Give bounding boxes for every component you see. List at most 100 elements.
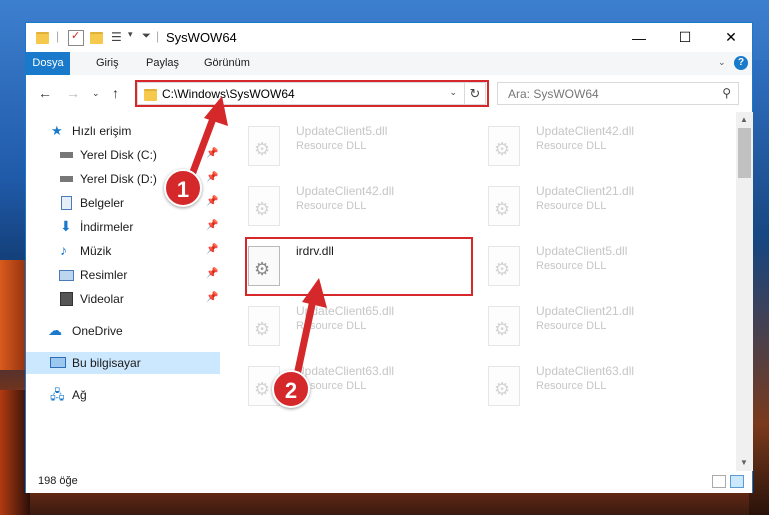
help-icon[interactable]: ?: [734, 56, 748, 70]
dll-file-icon: [248, 126, 280, 166]
sidebar-item-label: Yerel Disk (C:): [80, 148, 157, 162]
tab-home[interactable]: Giriş: [86, 52, 129, 75]
sidebar-item-label: Müzik: [80, 244, 112, 258]
file-name: UpdateClient21.dll: [536, 184, 635, 198]
sidebar-item-this-pc[interactable]: Bu bilgisayar: [26, 352, 220, 374]
sidebar-item-pictures[interactable]: Resimler 📌: [26, 264, 220, 286]
file-name: UpdateClient42.dll: [296, 184, 395, 198]
file-type: Resource DLL: [296, 320, 367, 332]
file-item[interactable]: UpdateClient21.dll Resource DLL: [476, 178, 706, 228]
details-view-icon[interactable]: [712, 475, 726, 488]
chevron-down-icon[interactable]: ⌄: [718, 57, 726, 68]
search-placeholder[interactable]: Ara: SysWOW64: [508, 87, 599, 101]
search-icon[interactable]: ⚲: [722, 86, 731, 100]
computer-icon: [50, 357, 66, 368]
file-name: UpdateClient21.dll: [536, 304, 635, 318]
back-arrow-icon[interactable]: ←: [38, 85, 52, 101]
tab-view[interactable]: Görünüm: [194, 52, 260, 75]
item-count: 198 öğe: [38, 475, 78, 487]
sidebar-item-network[interactable]: 🖧 Ağ: [26, 384, 220, 406]
dll-file-icon: [488, 366, 520, 406]
dll-file-icon: [488, 126, 520, 166]
properties-icon[interactable]: ✓: [68, 30, 84, 46]
customize-toolbar-icon[interactable]: ⏷: [142, 30, 151, 43]
new-folder-icon[interactable]: [90, 32, 103, 44]
documents-icon: [61, 196, 72, 210]
step-badge-1: 1: [164, 169, 202, 207]
file-name: UpdateClient63.dll: [296, 364, 395, 378]
file-name: UpdateClient42.dll: [536, 124, 635, 138]
file-item[interactable]: UpdateClient21.dll Resource DLL: [476, 298, 706, 348]
tab-file[interactable]: Dosya: [26, 52, 70, 75]
network-icon: 🖧: [50, 387, 65, 402]
vertical-scrollbar[interactable]: ▲ ▼: [736, 112, 753, 471]
minimize-button[interactable]: —: [616, 23, 662, 52]
view-options-icon[interactable]: ☰: [111, 30, 125, 44]
title-bar: | ✓ ☰ ▾ ⏷ | SysWOW64 — ☐ ✕: [26, 23, 752, 52]
file-item[interactable]: UpdateClient5.dll Resource DLL: [476, 238, 706, 288]
tab-share[interactable]: Paylaş: [136, 52, 189, 75]
file-list: UpdateClient5.dll Resource DLL UpdateCli…: [230, 112, 736, 471]
chevron-down-icon[interactable]: ▾: [128, 29, 133, 40]
file-item[interactable]: UpdateClient65.dll Resource DLL: [236, 298, 466, 348]
maximize-button[interactable]: ☐: [662, 23, 708, 52]
explorer-window: | ✓ ☰ ▾ ⏷ | SysWOW64 — ☐ ✕ Dosya Giriş P…: [25, 22, 753, 493]
status-bar: 198 öğe: [26, 471, 752, 493]
highlight-file-box: [245, 237, 473, 296]
close-button[interactable]: ✕: [708, 23, 754, 52]
file-item[interactable]: UpdateClient42.dll Resource DLL: [476, 118, 706, 168]
highlight-address-box: [135, 80, 489, 107]
separator: |: [156, 29, 160, 43]
file-type: Resource DLL: [296, 140, 367, 152]
sidebar-item-disk-c[interactable]: Yerel Disk (C:) 📌: [26, 144, 220, 166]
pin-icon[interactable]: 📌: [206, 172, 218, 183]
sidebar-item-onedrive[interactable]: ☁ OneDrive: [26, 320, 220, 342]
scrollbar-thumb[interactable]: [738, 128, 751, 178]
sidebar-item-label: Bu bilgisayar: [72, 356, 141, 370]
window-title: SysWOW64: [166, 30, 237, 45]
file-type: Resource DLL: [296, 200, 367, 212]
sidebar-item-videos[interactable]: Videolar 📌: [26, 288, 220, 310]
file-type: Resource DLL: [536, 320, 607, 332]
file-item[interactable]: UpdateClient42.dll Resource DLL: [236, 178, 466, 228]
drive-icon: [60, 152, 73, 158]
dll-file-icon: [248, 186, 280, 226]
tiles-view-icon[interactable]: [730, 475, 744, 488]
search-box[interactable]: Ara: SysWOW64 ⚲: [497, 82, 739, 105]
forward-arrow-icon[interactable]: →: [66, 85, 80, 101]
pin-icon[interactable]: 📌: [206, 244, 218, 255]
file-item[interactable]: UpdateClient63.dll Resource DLL: [236, 358, 466, 408]
separator: |: [56, 29, 60, 43]
scroll-up-icon[interactable]: ▲: [740, 115, 748, 124]
music-icon: ♪: [60, 242, 67, 258]
star-icon: ★: [51, 123, 63, 138]
file-name: UpdateClient5.dll: [536, 244, 628, 258]
file-name: UpdateClient5.dll: [296, 124, 388, 138]
file-item[interactable]: UpdateClient63.dll Resource DLL: [476, 358, 706, 408]
sidebar-item-label: Resimler: [80, 268, 128, 282]
file-item[interactable]: UpdateClient5.dll Resource DLL: [236, 118, 466, 168]
file-type: Resource DLL: [536, 260, 607, 272]
download-icon: ⬇: [60, 218, 72, 234]
navigation-pane: ★ Hızlı erişim Yerel Disk (C:) 📌 Yerel D…: [26, 112, 220, 471]
pin-icon[interactable]: 📌: [206, 148, 218, 159]
sidebar-item-label: OneDrive: [72, 324, 123, 338]
file-type: Resource DLL: [536, 200, 607, 212]
sidebar-item-label: Yerel Disk (D:): [80, 172, 157, 186]
sidebar-item-label: Ağ: [72, 388, 87, 402]
dll-file-icon: [488, 246, 520, 286]
recent-chevron-icon[interactable]: ⌄: [92, 88, 100, 99]
pin-icon[interactable]: 📌: [206, 268, 218, 279]
sidebar-item-quick-access[interactable]: ★ Hızlı erişim: [26, 120, 220, 142]
pin-icon[interactable]: 📌: [206, 292, 218, 303]
dll-file-icon: [488, 306, 520, 346]
pin-icon[interactable]: 📌: [206, 220, 218, 231]
sidebar-item-downloads[interactable]: ⬇ İndirmeler 📌: [26, 216, 220, 238]
scroll-down-icon[interactable]: ▼: [740, 458, 748, 467]
pin-icon[interactable]: 📌: [206, 196, 218, 207]
file-type: Resource DLL: [536, 380, 607, 392]
cloud-icon: ☁: [48, 322, 62, 338]
up-arrow-icon[interactable]: ↑: [112, 85, 119, 101]
sidebar-item-music[interactable]: ♪ Müzik 📌: [26, 240, 220, 262]
file-name: UpdateClient63.dll: [536, 364, 635, 378]
